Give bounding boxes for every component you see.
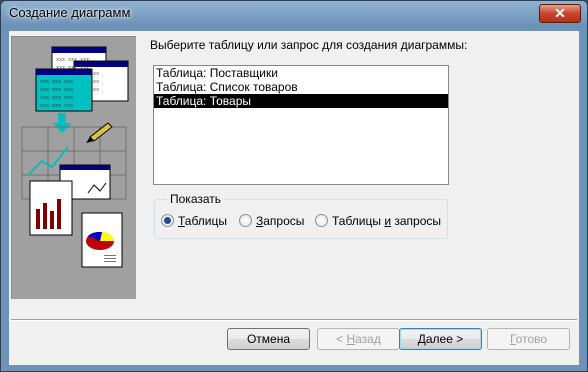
svg-text:xxx xxx xxx: xxx xxx xxx <box>56 57 89 63</box>
cancel-button[interactable]: Отмена <box>227 328 310 350</box>
dialog-body: xxx xxx xxx xxx xxx xxx xxx xxx xxx xxx xx… <box>9 31 579 365</box>
wizard-illustration: xxx xxx xxx xxx xxx xxx xxx xxx xxx xxx xx… <box>11 36 136 299</box>
svg-text:xxx xxx xxx: xxx xxx xxx <box>40 79 73 85</box>
radio-unchecked-icon <box>315 214 328 227</box>
radio-unchecked-icon <box>239 214 252 227</box>
chart-wizard-window: Создание диаграмм ✕ xxx xxx xxx xxx xxx x… <box>0 0 588 372</box>
radio-tables[interactable]: Таблицы <box>161 214 227 228</box>
radio-tables-and-queries[interactable]: Таблицы и запросы <box>315 214 441 228</box>
list-item[interactable]: Таблица: Поставщики <box>154 66 448 80</box>
list-item-selected[interactable]: Таблица: Товары <box>154 94 448 108</box>
select-source-prompt: Выберите таблицу или запрос для создания… <box>150 38 468 52</box>
close-button[interactable]: ✕ <box>539 4 581 23</box>
table-query-listbox[interactable]: Таблица: Поставщики Таблица: Список това… <box>153 65 449 185</box>
separator <box>11 319 577 321</box>
finish-button[interactable]: Готово <box>487 328 570 350</box>
close-icon: ✕ <box>554 5 566 21</box>
radio-checked-icon <box>161 214 174 227</box>
svg-text:xxx xxx xxx: xxx xxx xxx <box>40 87 73 93</box>
list-item[interactable]: Таблица: Список товаров <box>154 80 448 94</box>
next-button[interactable]: Далее > <box>399 328 482 350</box>
back-button[interactable]: < Назад <box>317 328 400 350</box>
show-groupbox: Показать Таблицы Запросы Таблицы и запро… <box>154 192 448 239</box>
show-group-label: Показать <box>167 192 225 206</box>
chart-wizard-picture-icon: xxx xxx xxx xxx xxx xxx xxx xxx xxx xxx xx… <box>21 46 129 268</box>
svg-text:xxx xxx xxx: xxx xxx xxx <box>40 95 73 101</box>
window-title: Создание диаграмм <box>9 5 131 20</box>
radio-queries[interactable]: Запросы <box>239 214 304 228</box>
svg-text:xxx xxx xxx: xxx xxx xxx <box>40 103 73 109</box>
title-bar[interactable]: Создание диаграмм ✕ <box>1 1 587 28</box>
